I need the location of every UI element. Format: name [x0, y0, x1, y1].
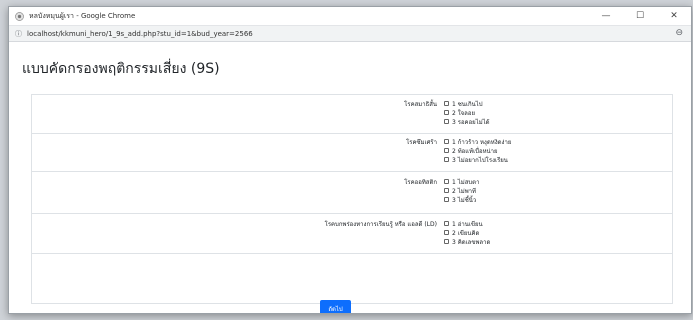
option-label: 3 ไม่ชี้นิ้ว — [452, 196, 477, 204]
option-list: 1 ซนเกินไป 2 ใจลอย 3 รอคอยไม่ได้ — [444, 99, 490, 126]
url-text[interactable]: localhost/kkmuni_hero/1_9s_add.php?stu_i… — [27, 30, 253, 38]
group-row: โรคซึมเศร้า 1 ก้าวร้าว หงุดหงิดง่าย 2 ท้… — [32, 133, 672, 172]
option-item[interactable]: 3 คิดเลขพลาด — [444, 237, 490, 246]
address-bar[interactable]: ⓘ localhost/kkmuni_hero/1_9s_add.php?stu… — [9, 25, 691, 42]
close-icon[interactable]: ✕ — [657, 7, 691, 25]
option-item[interactable]: 3 ไม่ชี้นิ้ว — [444, 195, 479, 204]
checkbox[interactable] — [444, 239, 449, 244]
window-title: หลบังหมุนผู้เรา - Google Chrome — [29, 11, 136, 20]
checkbox[interactable] — [444, 139, 449, 144]
checkbox[interactable] — [444, 101, 449, 106]
option-label: 3 รอคอยไม่ได้ — [452, 118, 490, 126]
option-list: 1 ไม่สบตา 2 ไม่พาที 3 ไม่ชี้นิ้ว — [444, 177, 479, 204]
checkbox[interactable] — [444, 188, 449, 193]
option-item[interactable]: 3 รอคอยไม่ได้ — [444, 117, 490, 126]
screening-form: โรคสมาธิสั้น 1 ซนเกินไป 2 ใจลอย 3 รอคอยไ… — [31, 94, 673, 304]
option-label: 3 คิดเลขพลาด — [452, 238, 491, 246]
checkbox[interactable] — [444, 119, 449, 124]
next-button[interactable]: ถัดไป — [320, 300, 351, 313]
checkbox[interactable] — [444, 197, 449, 202]
browser-window: หลบังหมุนผู้เรา - Google Chrome — ☐ ✕ ⓘ … — [8, 6, 692, 314]
checkbox[interactable] — [444, 179, 449, 184]
option-item[interactable]: 3 ไม่อยากไปโรงเรียน — [444, 155, 511, 164]
title-bar: หลบังหมุนผู้เรา - Google Chrome — ☐ ✕ — [9, 7, 691, 25]
group-label: โรคออทิสติก — [404, 179, 437, 186]
option-list: 1 ก้าวร้าว หงุดหงิดง่าย 2 ท้อแท้เบื่อหน่… — [444, 137, 511, 164]
chrome-icon — [15, 11, 24, 21]
option-label: 3 ไม่อยากไปโรงเรียน — [452, 156, 508, 164]
group-label: โรคซึมเศร้า — [406, 139, 437, 146]
checkbox[interactable] — [444, 157, 449, 162]
group-row: โรคบกพร่องทางการเรียนรู้ หรือ แอลดี (LD)… — [32, 213, 672, 254]
checkbox[interactable] — [444, 230, 449, 235]
info-icon[interactable]: ⓘ — [15, 29, 22, 39]
page-content: แบบคัดกรองพฤติกรรมเสี่ยง (9S) โรคสมาธิสั… — [9, 42, 691, 313]
group-label: โรคบกพร่องทางการเรียนรู้ หรือ แอลดี (LD) — [324, 221, 437, 228]
checkbox[interactable] — [444, 221, 449, 226]
minimize-icon[interactable]: — — [589, 7, 623, 25]
window-controls: — ☐ ✕ — [589, 7, 691, 25]
checkbox[interactable] — [444, 148, 449, 153]
zoom-icon[interactable]: ⊖ — [675, 28, 683, 38]
group-row: โรคสมาธิสั้น 1 ซนเกินไป 2 ใจลอย 3 รอคอยไ… — [32, 95, 672, 134]
group-row: โรคออทิสติก 1 ไม่สบตา 2 ไม่พาที 3 ไม่ชี้… — [32, 171, 672, 214]
option-list: 1 อ่านเขียน 2 เขียนคิด 3 คิดเลขพลาด — [444, 219, 490, 246]
checkbox[interactable] — [444, 110, 449, 115]
page-title: แบบคัดกรองพฤติกรรมเสี่ยง (9S) — [22, 61, 220, 77]
maximize-icon[interactable]: ☐ — [623, 7, 657, 25]
group-label: โรคสมาธิสั้น — [404, 101, 437, 108]
